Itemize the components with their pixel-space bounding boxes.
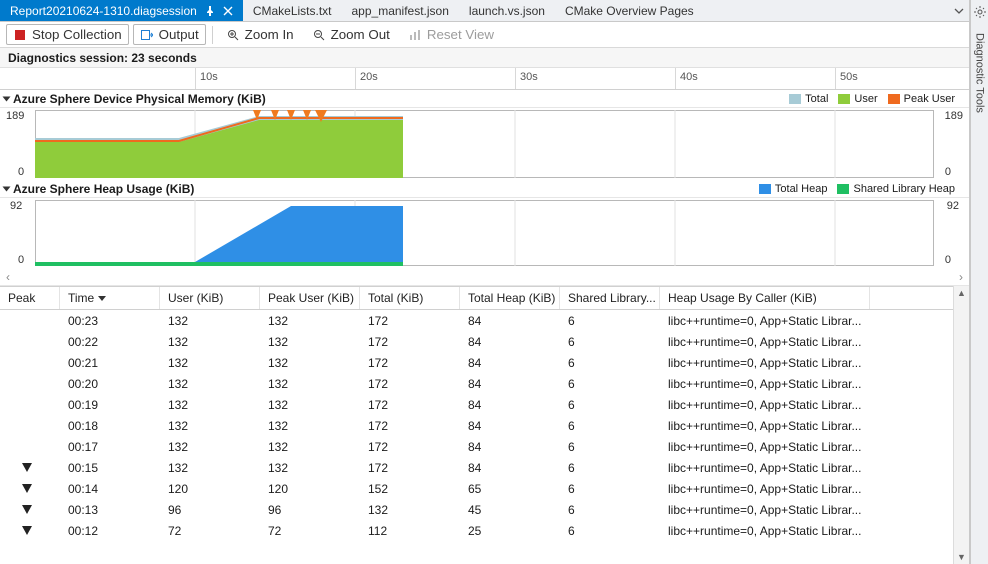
peak-marker-icon [22,484,32,493]
data-table: Peak Time User (KiB) Peak User (KiB) Tot… [0,286,953,564]
legend-swatch-totalheap [759,184,771,194]
tab-cmake-overview[interactable]: CMake Overview Pages [555,0,704,21]
zoom-out-button[interactable]: Zoom Out [305,24,397,45]
peak-marker-icon [22,505,32,514]
scroll-up-icon[interactable]: ▲ [954,286,969,300]
table-header: Peak Time User (KiB) Peak User (KiB) Tot… [0,286,953,310]
close-icon[interactable] [223,6,233,16]
collapse-icon [3,186,11,191]
col-peak[interactable]: Peak [0,287,60,309]
gear-icon[interactable] [974,6,986,21]
scroll-right-icon[interactable]: › [959,270,963,284]
table-row[interactable]: 00:21132132172846libc++runtime=0, App+St… [0,352,953,373]
document-tabs: Report20210624-1310.diagsession CMakeLis… [0,0,969,22]
zoom-out-icon [312,28,326,42]
table-row[interactable]: 00:139696132456libc++runtime=0, App+Stat… [0,499,953,520]
chart2-header[interactable]: Azure Sphere Heap Usage (KiB) Total Heap… [0,180,969,198]
table-row[interactable]: 00:19132132172846libc++runtime=0, App+St… [0,394,953,415]
table-row[interactable]: 00:22132132172846libc++runtime=0, App+St… [0,331,953,352]
peak-marker-icon [22,463,32,472]
output-button[interactable]: Output [133,24,206,45]
diagnostic-tools-tab[interactable]: Diagnostic Tools [974,33,986,113]
zoom-in-button[interactable]: Zoom In [219,24,301,45]
tab-label: Report20210624-1310.diagsession [10,4,197,18]
table-row[interactable]: 00:15132132172846libc++runtime=0, App+St… [0,457,953,478]
chart1-legend: Total User Peak User [789,93,965,105]
chart2-plot[interactable]: 92 0 92 0 [0,198,969,268]
chart1-plot[interactable]: 189 0 189 0 [0,108,969,180]
tab-overflow-dropdown[interactable] [949,0,969,21]
tab-app-manifest[interactable]: app_manifest.json [342,0,459,21]
reset-view-button[interactable]: Reset View [401,24,501,45]
scroll-left-icon[interactable]: ‹ [6,270,10,284]
table-row[interactable]: 00:17132132172846libc++runtime=0, App+St… [0,436,953,457]
toolbar: Stop Collection Output Zoom In Zoom Out … [0,22,969,48]
legend-swatch-sharedheap [837,184,849,194]
peak-marker-icon [22,526,32,535]
col-total[interactable]: Total (KiB) [360,287,460,309]
table-row[interactable]: 00:127272112256libc++runtime=0, App+Stat… [0,520,953,541]
legend-swatch-user [838,94,850,104]
chart2-legend: Total Heap Shared Library Heap [759,183,965,195]
pin-icon[interactable] [205,6,215,16]
chart1-header[interactable]: Azure Sphere Device Physical Memory (KiB… [0,90,969,108]
diagnostics-session-label: Diagnostics session: 23 seconds [0,48,969,68]
tab-active-report[interactable]: Report20210624-1310.diagsession [0,0,243,21]
reset-view-icon [408,28,422,42]
table-row[interactable]: 00:18132132172846libc++runtime=0, App+St… [0,415,953,436]
sort-desc-icon [98,296,106,301]
table-row[interactable]: 00:14120120152656libc++runtime=0, App+St… [0,478,953,499]
vertical-scrollbar[interactable]: ▲ ▼ [953,286,969,564]
col-time[interactable]: Time [60,287,160,309]
col-caller[interactable]: Heap Usage By Caller (KiB) [660,287,870,309]
stop-icon [13,28,27,42]
table-row[interactable]: 00:20132132172846libc++runtime=0, App+St… [0,373,953,394]
legend-swatch-peakuser [888,94,900,104]
timeline-scroll: ‹ › [0,268,969,286]
legend-swatch-total [789,94,801,104]
zoom-in-icon [226,28,240,42]
col-peakuser[interactable]: Peak User (KiB) [260,287,360,309]
scroll-down-icon[interactable]: ▼ [954,550,969,564]
col-shared[interactable]: Shared Library... [560,287,660,309]
tab-launch-json[interactable]: launch.vs.json [459,0,555,21]
table-row[interactable]: 00:23132132172846libc++runtime=0, App+St… [0,310,953,331]
stop-collection-button[interactable]: Stop Collection [6,24,129,45]
col-totalheap[interactable]: Total Heap (KiB) [460,287,560,309]
tab-cmakelists[interactable]: CMakeLists.txt [243,0,342,21]
collapse-icon [3,96,11,101]
timeline-ruler[interactable]: 10s 20s 30s 40s 50s [0,68,969,90]
col-user[interactable]: User (KiB) [160,287,260,309]
side-toolbar: Diagnostic Tools [970,0,988,564]
output-icon [140,28,154,42]
